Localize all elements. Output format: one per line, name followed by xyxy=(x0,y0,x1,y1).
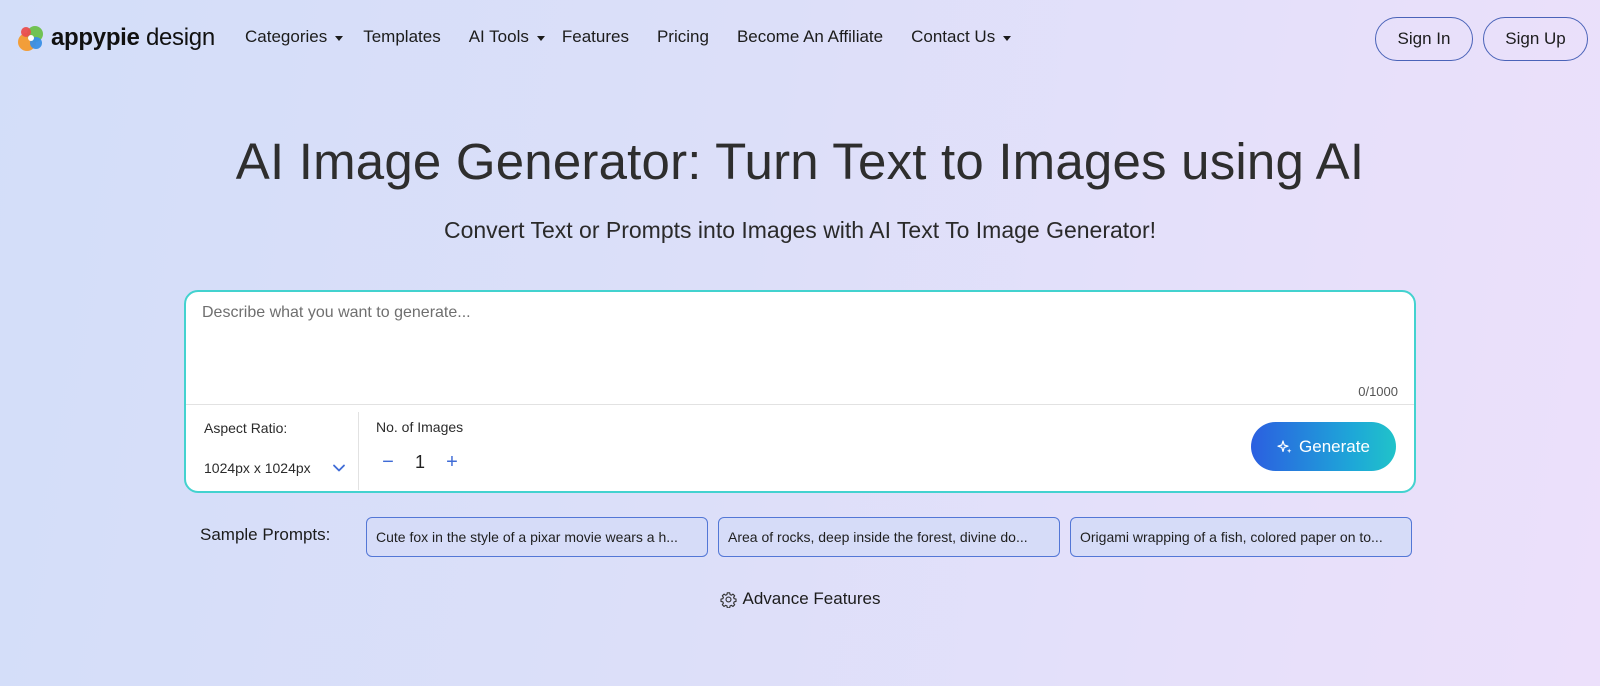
nav-label: Templates xyxy=(363,27,441,46)
num-images-value: 1 xyxy=(414,451,425,472)
generator-card: 0/1000 Aspect Ratio: 1024px x 1024px No.… xyxy=(184,290,1416,493)
sign-up-button[interactable]: Sign Up xyxy=(1483,17,1588,61)
generate-label: Generate xyxy=(1299,436,1370,456)
page-title: AI Image Generator: Turn Text to Images … xyxy=(235,133,1365,190)
num-images-stepper: − 1 + xyxy=(376,450,464,474)
nav-label: Categories xyxy=(245,27,328,46)
main-nav: Categories Templates AI Tools Features P… xyxy=(245,27,1012,47)
decrement-button[interactable]: − xyxy=(376,450,400,474)
top-header: appypie design Categories Templates AI T… xyxy=(0,0,1600,78)
card-divider xyxy=(186,404,1414,405)
sample-prompt-text: Origami wrapping of a fish, colored pape… xyxy=(1080,529,1383,545)
sample-prompt-text: Cute fox in the style of a pixar movie w… xyxy=(376,529,678,545)
nav-item-ai-tools[interactable]: AI Tools xyxy=(469,27,545,47)
character-counter: 0/1000 xyxy=(1358,384,1398,399)
chevron-down-icon xyxy=(333,464,345,472)
brand-name-bold: appypie xyxy=(51,24,140,51)
page-subtitle: Convert Text or Prompts into Images with… xyxy=(443,217,1157,243)
sample-prompt-chip[interactable]: Area of rocks, deep inside the forest, d… xyxy=(718,517,1060,557)
brand-name-light: design xyxy=(139,24,215,51)
brand-logo[interactable]: appypie design xyxy=(15,22,215,54)
nav-label: Contact Us xyxy=(911,27,996,46)
caret-down-icon xyxy=(536,35,545,41)
nav-item-features[interactable]: Features xyxy=(562,27,629,47)
nav-item-pricing[interactable]: Pricing xyxy=(657,27,709,47)
gear-icon xyxy=(719,591,737,608)
increment-button[interactable]: + xyxy=(440,450,464,474)
advance-features-label: Advance Features xyxy=(742,589,881,608)
num-images-label: No. of Images xyxy=(376,419,464,435)
appypie-logo-icon xyxy=(18,26,43,51)
caret-down-icon xyxy=(1003,35,1012,41)
nav-label: Become An Affiliate xyxy=(736,27,884,46)
nav-item-affiliate[interactable]: Become An Affiliate xyxy=(737,27,883,47)
advance-features-toggle[interactable]: Advance Features xyxy=(719,589,881,609)
sparkle-icon xyxy=(1277,439,1292,453)
auth-buttons: Sign In Sign Up xyxy=(1375,17,1588,61)
sign-in-button[interactable]: Sign In xyxy=(1375,17,1473,61)
generate-button[interactable]: Generate xyxy=(1251,422,1396,471)
nav-item-templates[interactable]: Templates xyxy=(363,27,440,47)
brand-name: appypie design xyxy=(51,24,215,52)
sample-prompt-chip[interactable]: Cute fox in the style of a pixar movie w… xyxy=(366,517,708,557)
sample-prompts-label: Sample Prompts: xyxy=(200,525,331,544)
sample-prompt-chip[interactable]: Origami wrapping of a fish, colored pape… xyxy=(1070,517,1412,557)
caret-down-icon xyxy=(335,35,344,41)
aspect-ratio-select[interactable]: 1024px x 1024px xyxy=(204,457,346,479)
nav-label: Features xyxy=(561,27,629,46)
nav-label: Pricing xyxy=(656,27,709,46)
nav-item-contact-us[interactable]: Contact Us xyxy=(911,27,1012,47)
prompt-input[interactable] xyxy=(186,292,1414,404)
aspect-ratio-label: Aspect Ratio: xyxy=(204,420,288,436)
advance-features-row: Advance Features xyxy=(0,589,1600,609)
nav-item-categories[interactable]: Categories xyxy=(245,27,344,47)
sample-prompt-text: Area of rocks, deep inside the forest, d… xyxy=(728,529,1028,545)
nav-label: AI Tools xyxy=(468,27,529,46)
aspect-ratio-value: 1024px x 1024px xyxy=(204,460,311,476)
options-divider xyxy=(358,412,359,490)
